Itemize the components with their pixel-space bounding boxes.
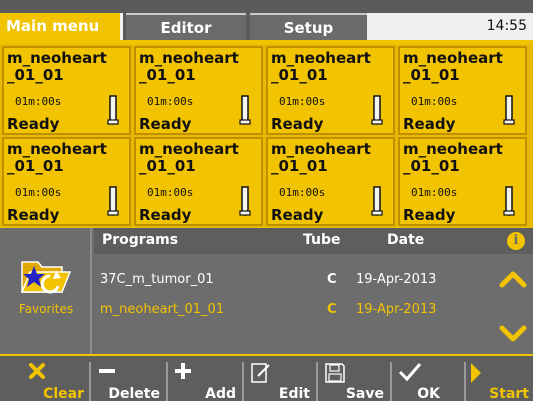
program-tiles-grid: m_neoheart _01_01 01m:00s Ready m_neoheart … (0, 44, 533, 228)
favorites-label: Favorites (18, 302, 74, 316)
minus-icon (99, 369, 115, 373)
tile-duration: 01m:00s (411, 95, 458, 108)
tile-status: Ready (7, 115, 60, 133)
tile-status: Ready (271, 115, 324, 133)
tile-status: Ready (7, 206, 60, 224)
header-date[interactable]: Date (387, 232, 424, 248)
row-program: 37C_m_tumor_01 (100, 272, 214, 287)
tile-program-name: m_neoheart _01_01 (271, 140, 371, 175)
tile-duration: 01m:00s (279, 186, 326, 199)
add-button[interactable]: Add (168, 362, 240, 401)
tube-icon (239, 95, 251, 125)
tile-status: Ready (139, 115, 192, 133)
toolbar-divider (89, 362, 91, 401)
tile-program-name: m_neoheart _01_01 (403, 49, 503, 84)
row-date: 19-Apr-2013 (356, 302, 437, 317)
tile-duration: 01m:00s (15, 95, 62, 108)
header-programs[interactable]: Programs (102, 232, 178, 248)
tile-status: Ready (139, 206, 192, 224)
tile-program-name: m_neoheart _01_01 (7, 49, 107, 84)
tab-setup[interactable]: Setup (250, 13, 367, 40)
clear-label: Clear (43, 386, 84, 401)
checkmark-icon (398, 363, 422, 382)
top-bar: Main menu Editor Setup 14:55 (0, 0, 533, 44)
program-tile[interactable]: m_neoheart _01_01 01m:00s Ready (398, 46, 527, 135)
row-date: 19-Apr-2013 (356, 272, 437, 287)
tube-icon (503, 95, 515, 125)
tube-icon (107, 95, 119, 125)
program-list-header: Programs Tube Date i (94, 228, 533, 254)
delete-button[interactable]: Delete (92, 362, 164, 401)
clock: 14:55 (367, 13, 533, 40)
add-label: Add (205, 386, 236, 401)
tile-duration: 01m:00s (147, 95, 194, 108)
tile-duration: 01m:00s (15, 186, 62, 199)
tile-program-name: m_neoheart _01_01 (139, 49, 239, 84)
table-row[interactable]: 37C_m_tumor_01 C 19-Apr-2013 (94, 268, 494, 294)
tile-duration: 01m:00s (279, 95, 326, 108)
tile-status: Ready (403, 115, 456, 133)
scroll-down-icon[interactable] (499, 325, 527, 343)
row-program: m_neoheart_01_01 (100, 302, 225, 317)
clear-button[interactable]: Clear (0, 362, 88, 401)
start-label: Start (489, 386, 529, 401)
tile-program-name: m_neoheart _01_01 (403, 140, 503, 175)
tile-program-name: m_neoheart _01_01 (271, 49, 371, 84)
program-tile[interactable]: m_neoheart _01_01 01m:00s Ready (134, 137, 263, 226)
tube-icon (503, 186, 515, 216)
tube-icon (107, 186, 119, 216)
header-tube[interactable]: Tube (303, 232, 341, 248)
delete-label: Delete (108, 386, 160, 401)
save-disk-icon (325, 363, 345, 383)
edit-pencil-icon (251, 363, 270, 383)
clear-x-icon (29, 363, 45, 379)
scroll-up-icon[interactable] (499, 270, 527, 288)
plus-icon (175, 363, 191, 379)
edit-label: Edit (278, 386, 310, 401)
row-tube: C (327, 302, 337, 317)
program-tile[interactable]: m_neoheart _01_01 01m:00s Ready (2, 137, 131, 226)
row-tube: C (327, 272, 337, 287)
tube-icon (371, 95, 383, 125)
tile-status: Ready (271, 206, 324, 224)
program-tile[interactable]: m_neoheart _01_01 01m:00s Ready (2, 46, 131, 135)
tab-editor[interactable]: Editor (126, 13, 246, 40)
tube-icon (239, 186, 251, 216)
favorites-button[interactable]: Favorites (0, 228, 92, 354)
tile-program-name: m_neoheart _01_01 (139, 140, 239, 175)
ok-button[interactable]: OK (392, 362, 462, 401)
bottom-toolbar: Clear Delete Add Edit Save OK Start (0, 354, 533, 401)
ok-label: OK (417, 386, 440, 401)
tab-main-menu[interactable]: Main menu (0, 13, 123, 40)
info-icon[interactable]: i (507, 232, 525, 250)
start-button[interactable]: Start (466, 362, 533, 401)
tile-status: Ready (403, 206, 456, 224)
program-tile[interactable]: m_neoheart _01_01 01m:00s Ready (266, 46, 395, 135)
tile-program-name: m_neoheart _01_01 (7, 140, 107, 175)
table-row-selected[interactable]: m_neoheart_01_01 C 19-Apr-2013 (94, 298, 494, 324)
program-tile[interactable]: m_neoheart _01_01 01m:00s Ready (398, 137, 527, 226)
save-label: Save (345, 386, 384, 401)
tile-duration: 01m:00s (411, 186, 458, 199)
save-button[interactable]: Save (318, 362, 388, 401)
program-tile[interactable]: m_neoheart _01_01 01m:00s Ready (266, 137, 395, 226)
favorites-folder-icon (20, 261, 72, 294)
tube-icon (371, 186, 383, 216)
tile-duration: 01m:00s (147, 186, 194, 199)
edit-button[interactable]: Edit (244, 362, 314, 401)
program-tile[interactable]: m_neoheart _01_01 01m:00s Ready (134, 46, 263, 135)
start-arrow-icon (471, 363, 481, 383)
